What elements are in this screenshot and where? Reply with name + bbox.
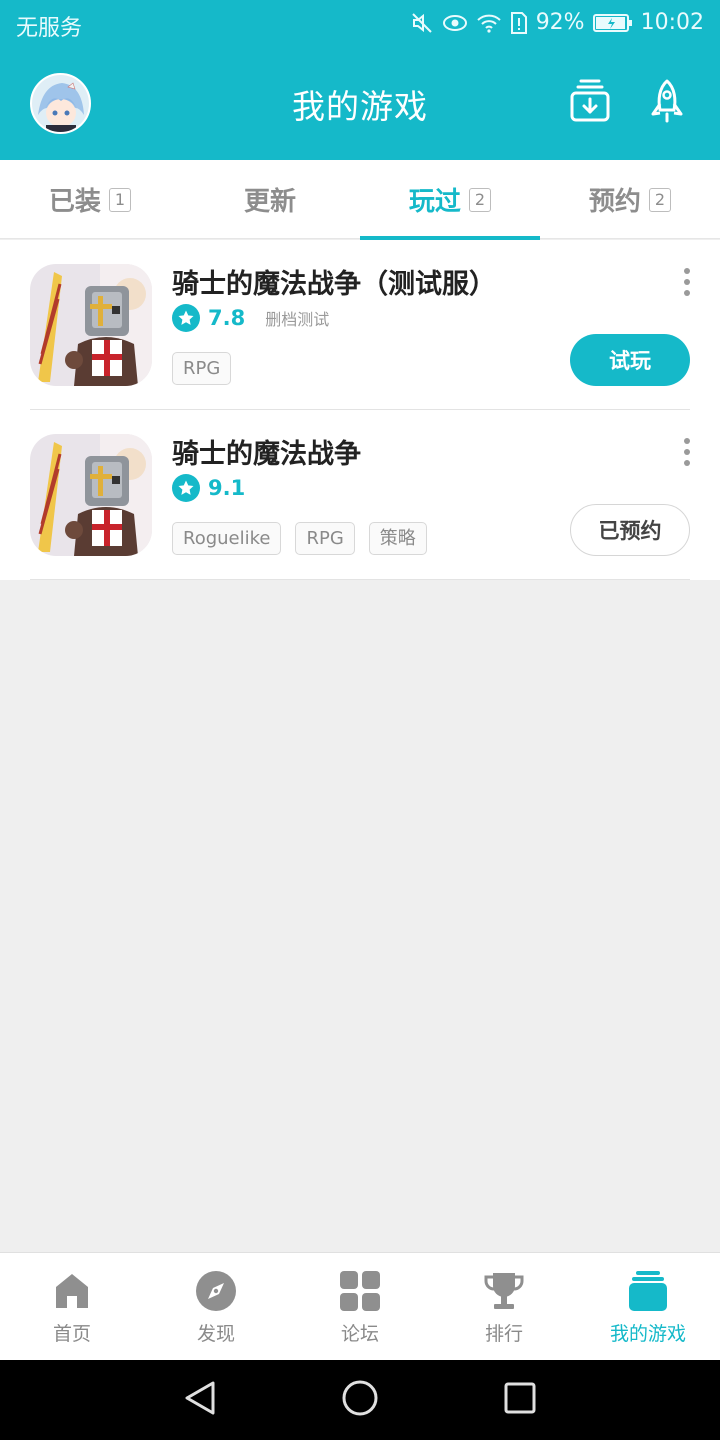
trophy-icon (482, 1269, 526, 1313)
home-icon (50, 1269, 94, 1313)
game-title[interactable]: 骑士的魔法战争（测试服） (172, 262, 496, 301)
nav-forum[interactable]: 论坛 (288, 1253, 432, 1361)
try-play-button[interactable]: 试玩 (570, 334, 690, 386)
tab-played[interactable]: 玩过 2 (360, 160, 540, 240)
recents-square-icon (503, 1381, 537, 1419)
more-dot (684, 449, 690, 455)
star-icon (172, 474, 200, 502)
tag-chip[interactable]: RPG (295, 522, 355, 555)
back-triangle-icon (183, 1380, 217, 1420)
tag-chip[interactable]: RPG (172, 352, 232, 385)
game-list: 骑士的魔法战争（测试服） 7.8 删档测试 RPG 试玩 骑士的魔法战争 9.1… (0, 240, 720, 580)
tab-bar: 已装 1 更新 玩过 2 预约 2 (0, 160, 720, 240)
tag-chip[interactable]: Roguelike (172, 522, 282, 555)
download-manager-button[interactable] (565, 78, 615, 128)
tab-label: 更新 (243, 187, 296, 217)
tag-list: RPG (172, 352, 232, 385)
rating-score: 9.1 (208, 476, 246, 500)
more-dot (684, 279, 690, 285)
system-nav-bar (0, 1360, 720, 1440)
more-dot (684, 268, 690, 274)
home-circle-icon (341, 1379, 379, 1421)
nav-label: 首页 (52, 1322, 91, 1345)
nav-home[interactable]: 首页 (0, 1253, 144, 1361)
app-bar: 我的游戏 (0, 50, 720, 160)
battery-icon (592, 12, 633, 34)
game-item[interactable]: 骑士的魔法战争 9.1 Roguelike RPG 策略 已预约 (0, 410, 720, 580)
speed-up-button[interactable] (642, 78, 692, 128)
reserved-button[interactable]: 已预约 (570, 504, 690, 556)
more-dot (684, 290, 690, 296)
sim-alert-icon (510, 11, 528, 35)
tab-updates[interactable]: 更新 (180, 160, 360, 239)
tab-reserved[interactable]: 预约 2 (540, 160, 720, 239)
game-icon[interactable] (30, 264, 152, 386)
home-button[interactable] (340, 1380, 380, 1420)
tab-label: 玩过 (408, 187, 461, 217)
tag-chip[interactable]: 策略 (368, 522, 427, 555)
game-rating: 7.8 删档测试 (172, 304, 329, 332)
back-button[interactable] (180, 1380, 220, 1420)
clock: 10:02 (640, 10, 704, 35)
rocket-icon (650, 78, 684, 128)
more-dot (684, 460, 690, 466)
nav-ranking[interactable]: 排行 (432, 1253, 576, 1361)
nav-label: 发现 (196, 1322, 235, 1345)
carrier-text: 无服务 (16, 16, 83, 41)
tab-count-badge: 2 (648, 187, 672, 212)
rating-score: 7.8 (208, 306, 246, 330)
game-item[interactable]: 骑士的魔法战争（测试服） 7.8 删档测试 RPG 试玩 (0, 240, 720, 410)
compass-icon (194, 1269, 238, 1313)
status-bar: 无服务 92% 10:02 (0, 0, 720, 50)
star-icon (172, 304, 200, 332)
status-icons: 92% 10:02 (410, 10, 704, 35)
mute-icon (410, 11, 434, 35)
tab-label: 预约 (588, 187, 641, 217)
recents-button[interactable] (500, 1380, 540, 1420)
more-options-button[interactable] (680, 268, 694, 296)
nav-label: 论坛 (340, 1322, 379, 1345)
divider (30, 579, 690, 580)
more-dot (684, 438, 690, 444)
test-status-label: 删档测试 (265, 310, 330, 329)
wifi-icon (476, 11, 502, 35)
more-options-button[interactable] (680, 438, 694, 466)
eye-icon (442, 11, 468, 35)
nav-my-games[interactable]: 我的游戏 (576, 1253, 720, 1361)
nav-label: 我的游戏 (609, 1322, 686, 1345)
download-box-icon (569, 79, 611, 127)
game-rating: 9.1 (172, 474, 245, 502)
game-stack-icon (626, 1269, 670, 1313)
tab-installed[interactable]: 已装 1 (0, 160, 180, 239)
tab-count-badge: 2 (468, 187, 492, 212)
tab-label: 已装 (48, 187, 101, 217)
battery-percent: 92% (535, 10, 585, 35)
game-icon[interactable] (30, 434, 152, 556)
grid-icon (338, 1269, 382, 1313)
tag-list: Roguelike RPG 策略 (172, 522, 427, 555)
nav-label: 排行 (484, 1322, 523, 1345)
tab-count-badge: 1 (108, 187, 132, 212)
nav-discover[interactable]: 发现 (144, 1253, 288, 1361)
game-title[interactable]: 骑士的魔法战争 (172, 432, 361, 471)
bottom-nav: 首页 发现 论坛 排行 我的游戏 (0, 1252, 720, 1360)
